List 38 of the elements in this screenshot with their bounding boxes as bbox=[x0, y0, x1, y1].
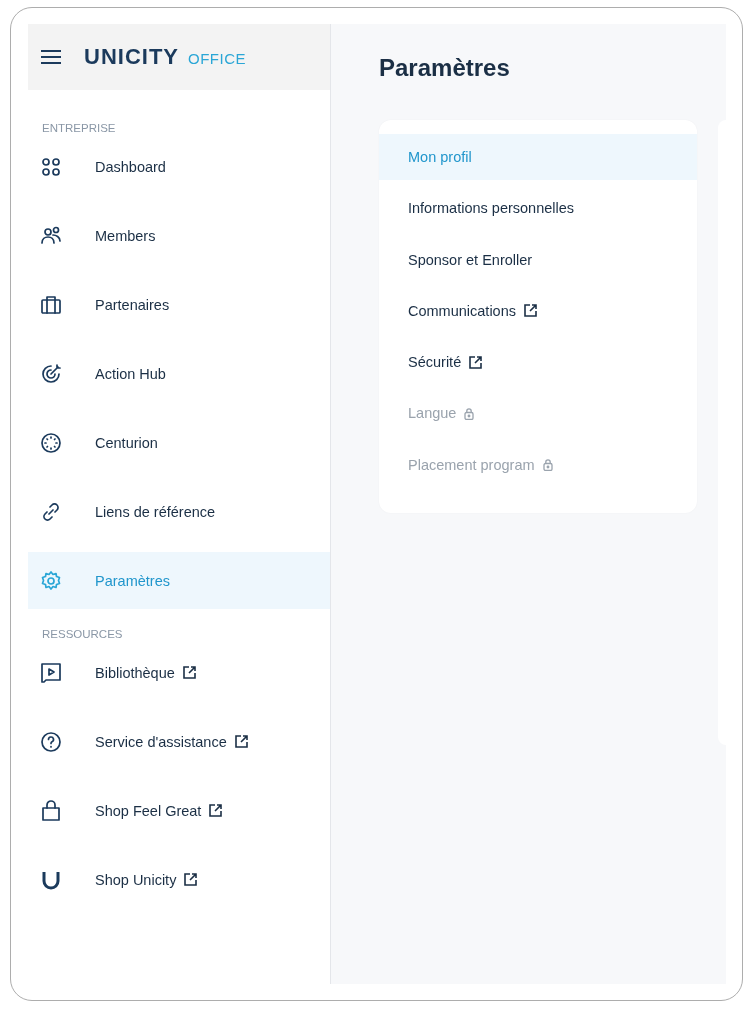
target-icon bbox=[40, 362, 62, 385]
lock-icon bbox=[464, 407, 475, 420]
sidebar-item[interactable]: Liens de référence bbox=[28, 483, 330, 540]
sidebar-item[interactable]: Bibliothèque bbox=[28, 644, 330, 701]
logo[interactable]: UNICITY bbox=[84, 44, 179, 70]
section-heading: RESSOURCES bbox=[41, 627, 124, 642]
lock-icon bbox=[542, 458, 553, 472]
sidebar-item[interactable]: Shop Feel Great bbox=[28, 782, 330, 839]
settings-icon bbox=[40, 569, 62, 592]
dotted-circle-icon bbox=[40, 431, 62, 454]
link-icon bbox=[40, 500, 62, 523]
logo-suffix: OFFICE bbox=[188, 50, 246, 67]
section-heading: ENTREPRISE bbox=[41, 121, 117, 136]
briefcase-icon bbox=[40, 293, 62, 316]
sidebar-item[interactable]: Members bbox=[28, 207, 330, 264]
settings-menu-item[interactable]: Informations personnelles bbox=[379, 185, 697, 232]
dashboard-icon bbox=[40, 155, 62, 178]
external-link-icon bbox=[209, 804, 223, 817]
sidebar-item[interactable]: Shop Unicity bbox=[28, 851, 330, 908]
settings-menu-item[interactable]: Communications bbox=[379, 287, 697, 334]
sidebar-item[interactable]: Action Hub bbox=[28, 345, 330, 402]
shopping-bag-icon bbox=[40, 799, 62, 822]
external-link-icon bbox=[524, 304, 537, 318]
external-link-icon bbox=[469, 355, 483, 369]
settings-menu-item[interactable]: Sponsor et Enroller bbox=[379, 236, 697, 283]
page-title: Paramètres bbox=[379, 54, 511, 83]
settings-menu-item[interactable]: Sécurité bbox=[379, 339, 697, 386]
external-link-icon bbox=[234, 735, 248, 748]
play-icon bbox=[40, 661, 62, 684]
external-link-icon bbox=[184, 873, 198, 886]
sidebar-item[interactable]: Centurion bbox=[28, 414, 330, 471]
help-icon bbox=[40, 730, 62, 753]
sidebar-item[interactable]: Partenaires bbox=[28, 276, 330, 333]
sidebar-item[interactable]: Dashboard bbox=[28, 138, 330, 195]
menu-button[interactable] bbox=[40, 49, 62, 65]
sidebar-item[interactable]: Service d'assistance bbox=[28, 713, 330, 770]
external-link-icon bbox=[182, 666, 196, 679]
people-icon bbox=[40, 224, 62, 247]
